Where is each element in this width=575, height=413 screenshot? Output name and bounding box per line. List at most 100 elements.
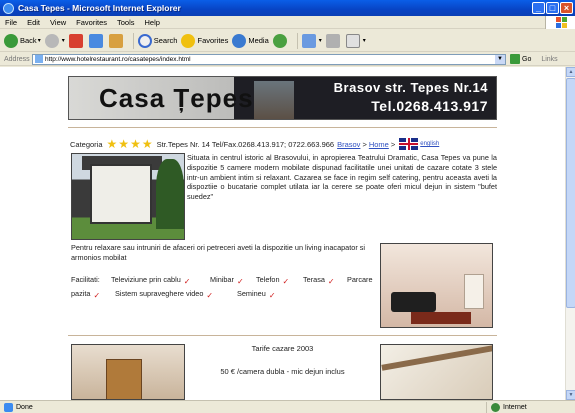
facility-item: Semineu ✓ — [237, 289, 276, 300]
history-button[interactable] — [272, 33, 289, 48]
standard-toolbar: Back ▾ ▾ Search Favorites Media ▾ ▾ — [0, 30, 575, 52]
banner-brand: Casa Țepes — [99, 83, 254, 113]
page-viewport: Casa Țepes Brasov str. Tepes Nr.14 Tel.0… — [0, 67, 565, 400]
star-icon: ★ — [118, 137, 130, 151]
facility-item: Terasa ✓ — [303, 275, 335, 286]
globe-icon — [491, 403, 500, 412]
category-label: Categoria — [70, 139, 103, 149]
banner-phone: Tel.0268.413.917 — [371, 98, 488, 114]
english-link[interactable]: english — [420, 141, 439, 147]
uk-flag-icon[interactable] — [399, 138, 419, 150]
star-icon: ★ — [130, 137, 141, 151]
ie-icon — [3, 2, 14, 14]
contact-info: Str.Tepes Nr. 14 Tel/Fax.0268.413.917; 0… — [156, 139, 335, 149]
search-icon — [137, 33, 152, 48]
banner-address: Brasov str. Tepes Nr.14 — [333, 80, 488, 95]
vertical-scrollbar[interactable]: ▲ ▼ — [565, 67, 575, 400]
scroll-up-button[interactable]: ▲ — [566, 67, 575, 77]
links-button[interactable]: Links — [541, 56, 557, 63]
divider — [68, 127, 497, 128]
check-icon: ✓ — [93, 291, 101, 300]
home-button[interactable] — [108, 33, 125, 48]
favorites-button[interactable]: Favorites — [181, 33, 228, 48]
star-rating: ★ ★ ★ ★ — [107, 138, 154, 150]
media-icon — [232, 33, 247, 48]
back-arrow-icon — [4, 33, 18, 48]
page-icon — [35, 55, 43, 63]
facility-item: Parcare — [347, 275, 373, 284]
menu-file[interactable]: File — [0, 18, 22, 27]
refresh-button[interactable] — [88, 33, 105, 48]
menu-view[interactable]: View — [45, 18, 71, 27]
edit-button[interactable]: ▾ — [345, 33, 366, 48]
category-row: Categoria ★ ★ ★ ★ Str.Tepes Nr. 14 Tel/F… — [70, 137, 500, 151]
security-zone: Internet — [486, 402, 527, 413]
home-icon — [108, 33, 123, 48]
address-url: http://www.hotelrestaurant.ro/casatepes/… — [45, 55, 191, 63]
tariff-block: Tarife cazare 2003 50 € /camera dubla - … — [185, 344, 380, 376]
living-room-photo[interactable] — [380, 243, 493, 328]
go-arrow-icon — [510, 54, 520, 64]
scroll-down-button[interactable]: ▼ — [566, 390, 575, 400]
address-dropdown[interactable]: ▼ — [495, 54, 505, 64]
print-button[interactable] — [325, 33, 342, 48]
window-title: Casa Tepes - Microsoft Internet Explorer — [18, 3, 181, 13]
address-label: Address — [4, 55, 30, 63]
star-icon — [181, 33, 196, 48]
refresh-icon — [88, 33, 103, 48]
maximize-button[interactable]: □ — [546, 2, 559, 14]
star-icon: ★ — [106, 137, 118, 151]
menu-tools[interactable]: Tools — [112, 18, 140, 27]
menu-help[interactable]: Help — [140, 18, 165, 27]
windows-logo-icon — [545, 16, 575, 29]
bedroom-photo[interactable] — [71, 344, 185, 400]
search-button[interactable]: Search — [137, 33, 177, 48]
tariff-line: 50 € /camera dubla - mic dejun inclus — [220, 367, 345, 376]
check-icon: ✓ — [327, 277, 335, 286]
star-icon: ★ — [141, 137, 153, 151]
check-icon: ✓ — [183, 277, 191, 286]
facility-item: Televiziune prin cablu ✓ — [111, 275, 191, 286]
toolbar-separator — [132, 32, 134, 49]
check-icon: ✓ — [268, 291, 276, 300]
menu-edit[interactable]: Edit — [22, 18, 45, 27]
go-button[interactable]: Go — [510, 54, 531, 64]
check-icon: ✓ — [282, 277, 290, 286]
header-banner: Casa Țepes Brasov str. Tepes Nr.14 Tel.0… — [68, 76, 497, 120]
stop-button[interactable] — [68, 33, 85, 48]
facilities-list: Facilitati: Televiziune prin cablu ✓ Mini… — [71, 275, 376, 305]
address-input[interactable]: http://www.hotelrestaurant.ro/casatepes/… — [32, 53, 506, 65]
scroll-thumb[interactable] — [566, 78, 575, 308]
divider — [68, 335, 497, 336]
menu-favorites[interactable]: Favorites — [71, 18, 112, 27]
close-button[interactable]: × — [560, 2, 573, 14]
title-bar: Casa Tepes - Microsoft Internet Explorer… — [0, 0, 575, 16]
forward-button[interactable]: ▾ — [44, 33, 65, 48]
tariff-title: Tarife cazare 2003 — [251, 344, 314, 353]
history-icon — [272, 33, 287, 48]
facility-item: pazita ✓ — [71, 289, 101, 300]
facility-item: Sistem supraveghere video ✓ — [115, 289, 214, 300]
edit-icon — [345, 33, 360, 48]
back-button[interactable]: Back ▾ — [4, 33, 41, 48]
banner-house-image — [254, 81, 294, 119]
media-button[interactable]: Media — [232, 33, 269, 48]
forward-arrow-icon — [44, 33, 59, 48]
page-done-icon — [4, 402, 13, 412]
minimize-button[interactable]: _ — [532, 2, 545, 14]
breadcrumb-separator: > — [362, 139, 367, 149]
mail-button[interactable]: ▾ — [301, 33, 322, 48]
menu-bar: File Edit View Favorites Tools Help — [0, 16, 575, 29]
facilities-label: Facilitati: — [71, 275, 100, 284]
intro-paragraph: Situata in centrul istoric al Brasovului… — [187, 153, 497, 202]
print-icon — [325, 33, 340, 48]
toolbar-separator — [296, 32, 298, 49]
breadcrumb-home-link[interactable]: Home — [369, 140, 389, 149]
relax-paragraph: Pentru relaxare sau intruniri de afaceri… — [71, 243, 366, 262]
attic-room-photo[interactable] — [380, 344, 493, 400]
breadcrumb-brasov-link[interactable]: Brasov — [337, 140, 360, 149]
mail-icon — [301, 33, 316, 48]
status-text: Done — [16, 403, 33, 411]
facility-item: Telefon ✓ — [256, 275, 290, 286]
house-exterior-photo[interactable] — [71, 153, 185, 240]
